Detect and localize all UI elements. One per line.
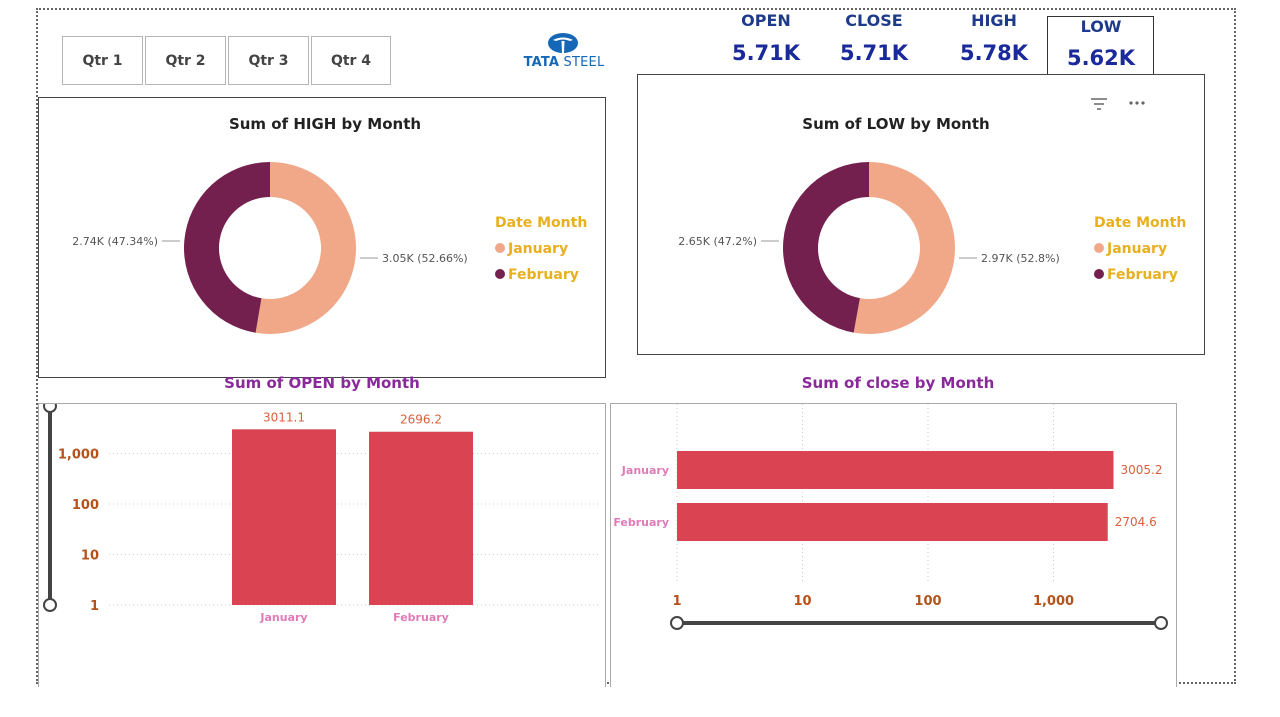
open-y-tick: 1: [90, 599, 99, 614]
low-donut-panel[interactable]: Sum of LOW by Month 2.97K (52.8%) 2.65K (…: [637, 74, 1205, 355]
low-legend-marker-february: [1094, 269, 1104, 279]
close-y-label-february: February: [613, 516, 669, 529]
high-donut-panel[interactable]: Sum of HIGH by Month 3.05K (52.66%) 2.74K…: [38, 97, 606, 378]
low-label-february: 2.65K (47.2%): [678, 235, 757, 248]
open-zoom-handle-top[interactable]: [43, 404, 57, 413]
more-options-icon[interactable]: [1128, 99, 1146, 107]
kpi-open: OPEN 5.71K: [726, 11, 806, 65]
low-legend-item-january[interactable]: January: [1106, 241, 1167, 257]
close-chart-title: Sum of close by Month: [801, 374, 995, 392]
open-bar-january[interactable]: [232, 429, 336, 605]
kpi-low: LOW 5.62K: [1061, 17, 1141, 70]
high-legend-item-february[interactable]: February: [508, 267, 579, 283]
close-x-tick: 1: [672, 594, 681, 609]
open-y-tick: 100: [72, 498, 99, 513]
qtr-1-button[interactable]: Qtr 1: [62, 36, 143, 85]
low-slice-february[interactable]: [783, 162, 869, 333]
close-x-tick: 10: [793, 594, 811, 609]
open-value-label-january: 3011.1: [263, 410, 305, 424]
tata-logo-icon: [548, 33, 578, 53]
open-bar-chart: 1 10 100 1,000 3011.1 January 2696.2 February: [43, 404, 599, 624]
kpi-close: CLOSE 5.71K: [834, 11, 914, 65]
low-label-january: 2.97K (52.8%): [981, 252, 1060, 265]
kpi-close-label: CLOSE: [845, 11, 903, 30]
logo-brand-bold: TATA: [523, 55, 560, 70]
close-bar-chart: 1 10 100 1,000 3005.2 January 2704.6 February: [613, 404, 1168, 630]
close-x-tick: 100: [914, 594, 941, 609]
close-value-label-february: 2704.6: [1115, 515, 1157, 529]
close-bar-january[interactable]: [677, 451, 1114, 489]
high-slice-february[interactable]: [184, 162, 270, 333]
low-legend-item-february[interactable]: February: [1107, 267, 1178, 283]
open-zoom-handle-bottom[interactable]: [43, 598, 57, 612]
qtr-2-button[interactable]: Qtr 2: [145, 36, 226, 85]
low-donut-chart: 2.97K (52.8%) 2.65K (47.2%) Date Month Janu…: [678, 162, 1186, 334]
kpi-open-value: 5.71K: [731, 41, 801, 65]
close-value-label-january: 3005.2: [1120, 463, 1162, 477]
high-label-january: 3.05K (52.66%): [382, 252, 468, 265]
close-bar-panel[interactable]: 1 10 100 1,000 3005.2 January 2704.6 February: [610, 403, 1177, 687]
kpi-low-label: LOW: [1080, 17, 1122, 36]
open-bar-panel[interactable]: 1 10 100 1,000 3011.1 January 2696.2 February: [38, 403, 606, 687]
low-legend-marker-january: [1094, 243, 1104, 253]
close-zoom-handle-left[interactable]: [670, 616, 684, 630]
open-value-label-february: 2696.2: [400, 413, 442, 427]
open-chart-title: Sum of OPEN by Month: [224, 374, 420, 392]
open-x-label-january: January: [259, 611, 307, 624]
kpi-low-value: 5.62K: [1066, 46, 1136, 70]
high-label-february: 2.74K (47.34%): [72, 235, 158, 248]
kpi-high: HIGH 5.78K: [954, 11, 1034, 65]
high-legend-item-january[interactable]: January: [507, 241, 568, 257]
high-legend-marker-february: [495, 269, 505, 279]
close-zoom-handle-right[interactable]: [1154, 616, 1168, 630]
open-y-tick: 10: [81, 549, 99, 564]
open-x-label-february: February: [393, 611, 449, 624]
kpi-close-value: 5.71K: [839, 41, 909, 65]
tata-steel-logo: TATA STEEL: [520, 32, 610, 72]
logo-brand-rest: STEEL: [563, 55, 605, 70]
qtr-4-button[interactable]: Qtr 4: [311, 36, 391, 85]
close-y-label-january: January: [621, 464, 669, 477]
high-legend-title: Date Month: [495, 215, 587, 231]
qtr-3-button[interactable]: Qtr 3: [228, 36, 309, 85]
high-slice-january[interactable]: [255, 162, 356, 334]
open-y-tick: 1,000: [58, 448, 99, 463]
open-bar-february[interactable]: [369, 431, 473, 605]
close-bar-february[interactable]: [677, 503, 1108, 541]
low-legend-title: Date Month: [1094, 215, 1186, 231]
close-x-tick: 1,000: [1033, 594, 1074, 609]
kpi-high-value: 5.78K: [959, 41, 1029, 65]
kpi-open-label: OPEN: [741, 11, 791, 30]
high-legend-marker-january: [495, 243, 505, 253]
kpi-high-label: HIGH: [971, 11, 1017, 30]
high-donut-chart: 3.05K (52.66%) 2.74K (47.34%) Date Month Ja…: [72, 162, 587, 334]
filter-icon[interactable]: [1090, 97, 1108, 111]
